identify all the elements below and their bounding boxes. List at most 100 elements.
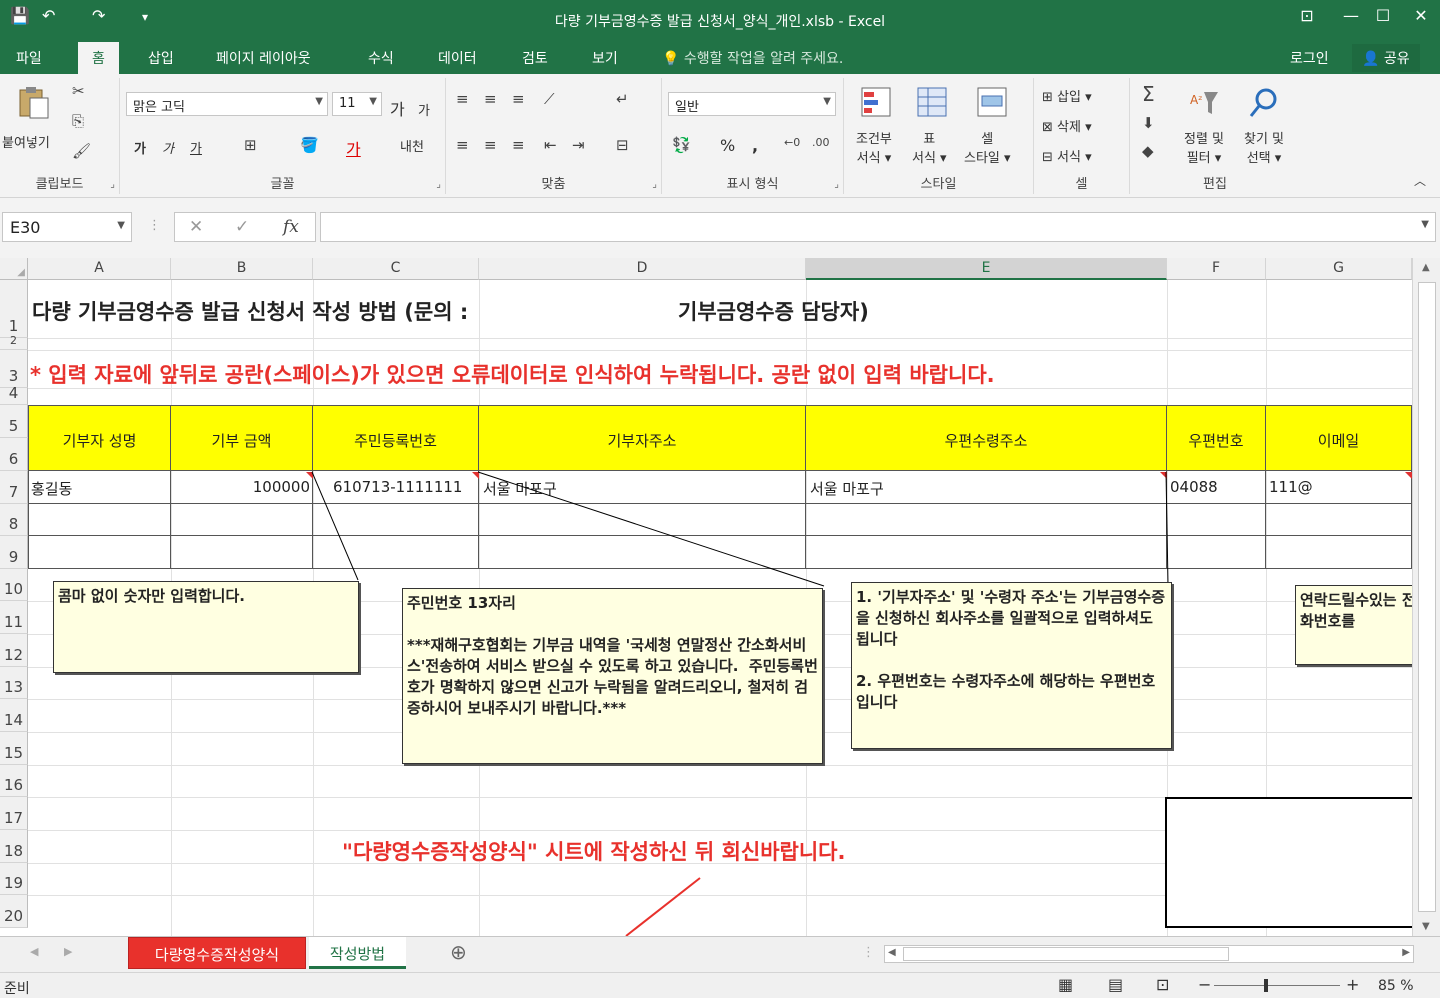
login-button[interactable]: 로그인: [1290, 48, 1329, 68]
paste-icon[interactable]: [16, 86, 50, 120]
row-header-13[interactable]: 13: [0, 667, 28, 699]
comment-amount[interactable]: 콤마 없이 숫자만 입력합니다.: [53, 581, 359, 673]
row-header-2[interactable]: 2: [0, 334, 28, 350]
page-layout-view-icon[interactable]: ▤: [1108, 975, 1123, 994]
cell-f8[interactable]: [1167, 504, 1266, 536]
find-select-icon[interactable]: [1248, 86, 1282, 120]
scroll-right-icon[interactable]: ▶: [1402, 947, 1410, 958]
tab-file[interactable]: 파일: [16, 48, 42, 68]
phonetic-button[interactable]: 내천: [400, 136, 424, 155]
column-header-e[interactable]: E: [806, 258, 1167, 280]
font-launcher-icon[interactable]: ⌟: [436, 179, 441, 190]
value-mail-address[interactable]: 서울 마포구: [810, 478, 884, 499]
cell-b9[interactable]: [171, 536, 313, 569]
collapse-ribbon-icon[interactable]: ︿: [1414, 172, 1426, 189]
tab-review[interactable]: 검토: [522, 48, 548, 68]
number-launcher-icon[interactable]: ⌟: [834, 179, 839, 190]
row-header-8[interactable]: 8: [0, 504, 28, 536]
row-header-1[interactable]: 1: [0, 280, 28, 338]
accounting-format-icon[interactable]: 💱: [672, 136, 691, 154]
comment-rrn[interactable]: 주민번호 13자리 ***재해구호협회는 기부금 내역을 '국세청 연말정산 간…: [402, 588, 823, 764]
expand-formula-icon[interactable]: ▼: [1421, 219, 1429, 230]
delete-cells-button[interactable]: ⊠ 삭제 ▾: [1042, 116, 1092, 135]
cell-a8[interactable]: [28, 504, 171, 536]
cell-f9[interactable]: [1167, 536, 1266, 569]
comment-email[interactable]: 연락드릴수있는 전화번호를: [1295, 585, 1412, 665]
font-color-button[interactable]: 가: [346, 136, 361, 160]
tab-insert[interactable]: 삽입: [148, 48, 174, 68]
cell-g8[interactable]: [1266, 504, 1412, 536]
sheet-title-contact[interactable]: 기부금영수증 담당자): [678, 296, 869, 326]
row-header-17[interactable]: 17: [0, 797, 28, 830]
sheet-tab-instructions[interactable]: 작성방법: [309, 937, 406, 969]
zoom-level[interactable]: 85 %: [1378, 978, 1414, 994]
font-name-combo[interactable]: 맑은 고딕 ▼: [126, 92, 328, 116]
shrink-font-button[interactable]: 가: [418, 100, 430, 119]
paste-button[interactable]: 붙여넣기: [2, 132, 50, 151]
find-select-button[interactable]: 찾기 및 선택 ▾: [1244, 130, 1284, 168]
tab-data[interactable]: 데이터: [438, 48, 477, 68]
column-header-a[interactable]: A: [28, 258, 171, 280]
orientation-icon[interactable]: ⟋: [544, 90, 555, 108]
cell-d8[interactable]: [479, 504, 806, 536]
value-email[interactable]: 111@: [1269, 478, 1313, 496]
row-header-5[interactable]: 5: [0, 405, 28, 438]
value-zip[interactable]: 04088: [1170, 478, 1218, 496]
copy-icon[interactable]: ⎘: [72, 112, 84, 130]
cell-styles-button[interactable]: 셀 스타일 ▾: [964, 130, 1011, 168]
horizontal-scroll-thumb[interactable]: [903, 947, 1229, 961]
enter-icon[interactable]: ✓: [235, 217, 249, 237]
scroll-left-icon[interactable]: ◀: [888, 947, 896, 958]
row-header-10[interactable]: 10: [0, 569, 28, 601]
format-cells-button[interactable]: ⊟ 서식 ▾: [1042, 146, 1092, 165]
zoom-slider-thumb[interactable]: [1264, 979, 1268, 992]
borders-icon[interactable]: ⊞: [244, 136, 257, 154]
align-center-icon[interactable]: ≡: [484, 136, 497, 154]
cell-e9[interactable]: [806, 536, 1167, 569]
align-right-icon[interactable]: ≡: [512, 136, 525, 154]
cell-c8[interactable]: [313, 504, 479, 536]
increase-indent-icon[interactable]: ⇥: [572, 136, 585, 154]
select-all-corner[interactable]: ◢: [0, 258, 28, 280]
cell-b8[interactable]: [171, 504, 313, 536]
clipboard-launcher-icon[interactable]: ⌟: [110, 179, 115, 190]
header-donor-name[interactable]: 기부자 성명: [28, 405, 171, 471]
sort-filter-button[interactable]: 정렬 및 필터 ▾: [1184, 130, 1224, 168]
column-header-f[interactable]: F: [1167, 258, 1266, 280]
value-amount[interactable]: 100000: [171, 478, 310, 496]
ribbon-display-icon[interactable]: ⊡: [1292, 6, 1322, 25]
vertical-scroll-thumb[interactable]: [1418, 282, 1436, 912]
align-left-icon[interactable]: ≡: [456, 136, 469, 154]
header-donor-address[interactable]: 기부자주소: [479, 405, 806, 471]
increase-decimal-icon[interactable]: ←0: [784, 136, 800, 149]
prev-sheet-icon[interactable]: ◀: [30, 945, 38, 958]
percent-button[interactable]: %: [720, 136, 735, 155]
warning-text[interactable]: * 입력 자료에 앞뒤로 공란(스페이스)가 있으면 오류데이터로 인식하여 누…: [30, 359, 995, 389]
header-rrn[interactable]: 주민등록번호: [313, 405, 479, 471]
bordered-box[interactable]: [1165, 797, 1412, 928]
cell-a9[interactable]: [28, 536, 171, 569]
grow-font-button[interactable]: 가: [390, 96, 405, 120]
row-header-16[interactable]: 16: [0, 765, 28, 797]
tab-home[interactable]: 홈: [78, 42, 119, 74]
underline-button[interactable]: 가: [190, 138, 202, 157]
cell-d9[interactable]: [479, 536, 806, 569]
comma-button[interactable]: ,: [752, 136, 758, 155]
reply-note[interactable]: "다량영수증작성양식" 시트에 작성하신 뒤 회신바랍니다.: [342, 836, 845, 866]
conditional-format-icon[interactable]: [860, 86, 894, 120]
decrease-indent-icon[interactable]: ⇤: [544, 136, 557, 154]
row-header-3[interactable]: 3: [0, 350, 28, 388]
page-break-view-icon[interactable]: ⊡: [1156, 975, 1169, 994]
normal-view-icon[interactable]: ▦: [1058, 975, 1073, 994]
row-header-6[interactable]: 6: [0, 438, 28, 471]
cell-c9[interactable]: [313, 536, 479, 569]
header-zip[interactable]: 우편번호: [1167, 405, 1266, 471]
row-header-4[interactable]: 4: [0, 384, 28, 405]
insert-function-icon[interactable]: fx: [283, 217, 299, 237]
comment-address[interactable]: 1. '기부자주소' 및 '수령자 주소'는 기부금영수증을 신청하신 회사주소…: [851, 582, 1172, 749]
column-header-b[interactable]: B: [171, 258, 313, 280]
column-header-d[interactable]: D: [479, 258, 806, 280]
tab-formulas[interactable]: 수식: [368, 48, 394, 68]
cell-e8[interactable]: [806, 504, 1167, 536]
align-middle-icon[interactable]: ≡: [484, 90, 497, 108]
